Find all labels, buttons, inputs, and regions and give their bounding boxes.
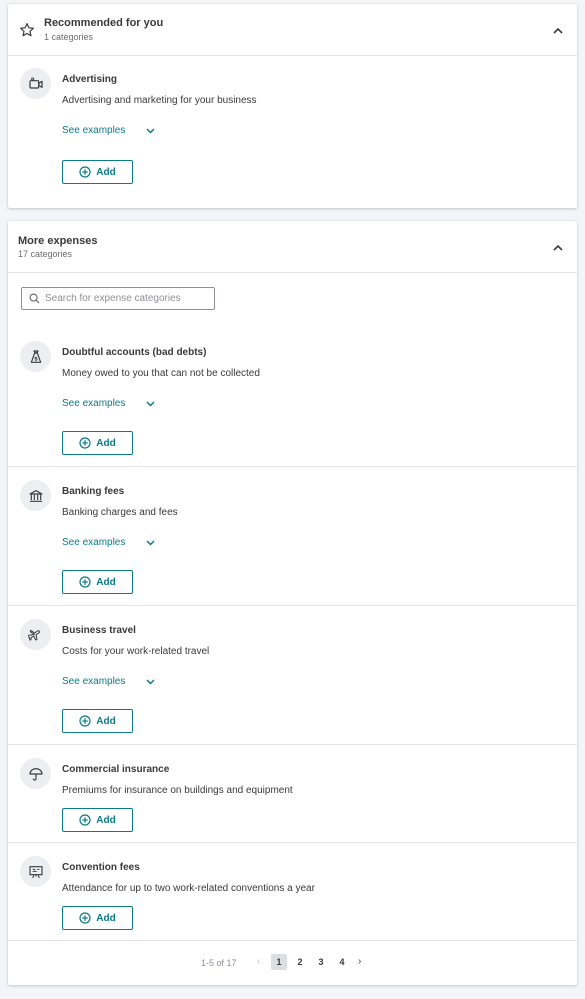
previous-page-button[interactable]: ‹ (257, 956, 260, 967)
see-examples-label: See examples (62, 537, 126, 548)
add-button-label: Add (96, 715, 116, 727)
chevron-up-icon (553, 244, 563, 251)
category-title: Banking fees (62, 486, 125, 497)
category-description: Costs for your work-related travel (62, 646, 210, 657)
category-title: Commercial insurance (62, 764, 170, 775)
category-description: Attendance for up to two work-related co… (62, 883, 315, 894)
see-examples-link[interactable]: See examples (62, 398, 155, 409)
see-examples-label: See examples (62, 676, 126, 687)
page-3-button[interactable]: 3 (313, 954, 329, 970)
recommended-header[interactable]: Recommended for you 1 categories (8, 4, 577, 56)
page-2-button[interactable]: 2 (292, 954, 308, 970)
more-expenses-title: More expenses (18, 235, 98, 247)
category-description: Premiums for insurance on buildings and … (62, 785, 293, 796)
see-examples-link[interactable]: See examples (62, 125, 155, 136)
recommended-count: 1 categories (44, 32, 94, 42)
add-button[interactable]: Add (62, 570, 133, 594)
category-description: Banking charges and fees (62, 507, 178, 518)
category-item-banking-fees: Banking fees Banking charges and fees Se… (8, 480, 577, 606)
add-button-label: Add (96, 437, 116, 449)
chevron-down-icon (146, 678, 155, 685)
add-button[interactable]: Add (62, 906, 133, 930)
chevron-down-icon (146, 127, 155, 134)
pagination: 1-5 of 17 ‹ 1 2 3 4 › (8, 951, 577, 975)
category-description: Money owed to you that can not be collec… (62, 368, 260, 379)
chevron-down-icon (146, 539, 155, 546)
video-camera-icon (20, 68, 51, 99)
category-title: Business travel (62, 625, 136, 636)
page-1-button[interactable]: 1 (271, 954, 287, 970)
plus-circle-icon (79, 912, 91, 924)
plus-circle-icon (79, 576, 91, 588)
add-button[interactable]: Add (62, 709, 133, 733)
money-bag-icon: $ (20, 341, 51, 372)
umbrella-icon (20, 758, 51, 789)
add-button[interactable]: Add (62, 431, 133, 455)
chevron-up-icon (553, 27, 563, 34)
plus-circle-icon (79, 814, 91, 826)
chevron-down-icon (146, 400, 155, 407)
more-expenses-header[interactable]: More expenses 17 categories (8, 221, 577, 273)
category-title: Doubtful accounts (bad debts) (62, 347, 207, 358)
more-expenses-card: More expenses 17 categories $ Doubtful a… (8, 221, 577, 985)
next-page-button[interactable]: › (358, 956, 361, 967)
collapse-recommended-button[interactable] (551, 24, 565, 36)
plus-circle-icon (79, 166, 91, 178)
category-item-commercial-insurance: Commercial insurance Premiums for insura… (8, 758, 577, 843)
see-examples-label: See examples (62, 398, 126, 409)
add-button-label: Add (96, 576, 116, 588)
presentation-board-icon (20, 856, 51, 887)
see-examples-label: See examples (62, 125, 126, 136)
see-examples-link[interactable]: See examples (62, 676, 155, 687)
page-4-button[interactable]: 4 (334, 954, 350, 970)
see-examples-link[interactable]: See examples (62, 537, 155, 548)
category-description: Advertising and marketing for your busin… (62, 95, 257, 106)
svg-text:$: $ (34, 356, 38, 362)
category-title: Advertising (62, 74, 118, 85)
category-item-doubtful-accounts: $ Doubtful accounts (bad debts) Money ow… (8, 341, 577, 467)
category-item-convention-fees: Convention fees Attendance for up to two… (8, 856, 577, 941)
recommended-card: Recommended for you 1 categories Adverti… (8, 4, 577, 208)
add-button-label: Add (96, 814, 116, 826)
bank-icon (20, 480, 51, 511)
recommended-title: Recommended for you (44, 17, 164, 29)
pagination-range: 1-5 of 17 (201, 958, 237, 968)
add-button-label: Add (96, 912, 116, 924)
star-icon (19, 22, 35, 38)
category-item-business-travel: Business travel Costs for your work-rela… (8, 619, 577, 745)
search-icon (29, 293, 40, 304)
search-field[interactable] (21, 287, 215, 310)
plus-circle-icon (79, 715, 91, 727)
category-item-advertising: Advertising Advertising and marketing fo… (8, 68, 577, 208)
add-button[interactable]: Add (62, 808, 133, 832)
plus-circle-icon (79, 437, 91, 449)
collapse-more-expenses-button[interactable] (551, 241, 565, 253)
category-title: Convention fees (62, 862, 140, 873)
add-button-label: Add (96, 166, 116, 178)
airplane-icon (20, 619, 51, 650)
add-button[interactable]: Add (62, 160, 133, 184)
more-expenses-count: 17 categories (18, 249, 73, 259)
search-input[interactable] (45, 293, 205, 304)
